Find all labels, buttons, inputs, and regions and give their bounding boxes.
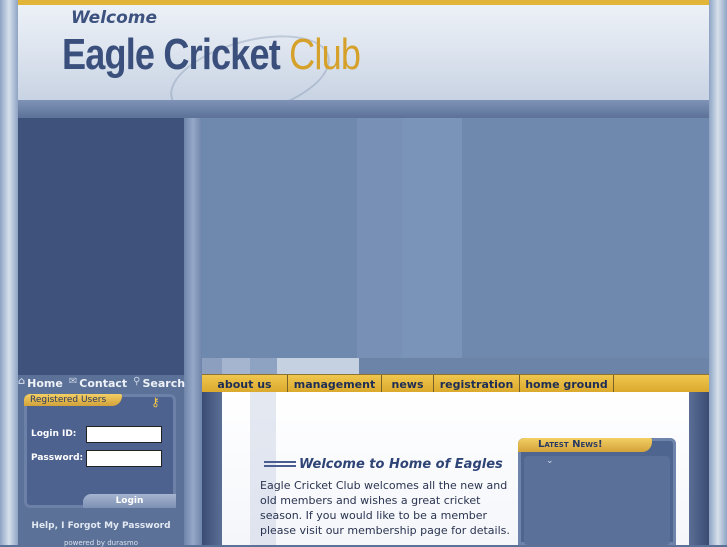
login-id-input[interactable]: [86, 426, 162, 443]
password-input[interactable]: [86, 450, 162, 467]
column-divider: [184, 118, 202, 545]
club-name-accent: Club: [289, 30, 361, 79]
nav-about-us[interactable]: about us: [202, 375, 288, 393]
lines-icon: [264, 460, 296, 469]
banner-area: [202, 118, 709, 358]
banner-stripe: [357, 118, 402, 358]
nav-home-ground[interactable]: home ground: [520, 375, 614, 393]
welcome-title: Welcome: [71, 8, 158, 28]
quicklink-label: Search: [142, 377, 186, 390]
welcome-heading-text: Welcome to Home of Eagles: [299, 457, 503, 472]
nav-registration[interactable]: registration: [434, 375, 520, 393]
mail-icon: ✉: [68, 376, 78, 387]
club-logo-text: Eagle Cricket Club: [62, 30, 361, 80]
login-panel-title: Registered Users: [24, 394, 122, 406]
nav-news[interactable]: news: [382, 375, 434, 393]
password-label: Password:: [31, 453, 84, 463]
nav-management[interactable]: management: [288, 375, 382, 393]
banner-block: [202, 358, 222, 374]
left-rail: [0, 0, 18, 545]
home-icon: ⌂: [18, 376, 26, 387]
latest-news-title: Latest News!: [518, 438, 652, 452]
header-top-line: [18, 0, 709, 5]
banner-block: [277, 358, 359, 374]
quicklink-search[interactable]: ⚲ Search: [133, 376, 186, 391]
login-panel: Registered Users ⚷ Login ID: Password: L…: [24, 394, 176, 508]
content-frame-left: [202, 392, 222, 545]
latest-news-box: Latest News! ⌄: [518, 438, 676, 545]
search-icon: ⚲: [133, 376, 141, 387]
powered-by: powered by durasmo: [63, 539, 139, 547]
banner-stripe: [402, 118, 462, 358]
header-bar: [18, 100, 709, 119]
welcome-heading: Welcome to Home of Eagles: [264, 457, 503, 472]
right-rail: [709, 0, 727, 545]
content-area: Welcome to Home of Eagles Eagle Cricket …: [222, 392, 689, 545]
quick-links: ⌂ Home ✉ Contact ⚲ Search: [18, 375, 186, 392]
content-frame-right: [689, 392, 709, 545]
login-button[interactable]: Login: [83, 494, 176, 508]
main-nav: about us management news registration ho…: [202, 374, 709, 394]
chevron-down-icon: ⌄: [546, 456, 554, 466]
welcome-paragraph: Eagle Cricket Club welcomes all the new …: [260, 479, 510, 537]
key-icon: ⚷: [151, 395, 160, 409]
banner-block: [250, 358, 277, 374]
left-column-panel: [18, 118, 184, 375]
club-name-main: Eagle Cricket: [62, 30, 281, 79]
latest-news-list: ⌄: [524, 456, 670, 545]
login-id-label: Login ID:: [31, 429, 77, 439]
site-header: Welcome Eagle Cricket Club: [18, 0, 709, 100]
quicklink-contact[interactable]: ✉ Contact: [68, 376, 128, 391]
quicklink-home[interactable]: ⌂ Home: [18, 376, 63, 391]
forgot-password-link[interactable]: Help, I Forgot My Password: [24, 521, 178, 531]
banner-strip: [202, 358, 709, 374]
quicklink-label: Home: [27, 377, 63, 390]
content-wrapper: Welcome to Home of Eagles Eagle Cricket …: [202, 392, 709, 545]
banner-block: [222, 358, 250, 374]
quicklink-label: Contact: [79, 377, 128, 390]
